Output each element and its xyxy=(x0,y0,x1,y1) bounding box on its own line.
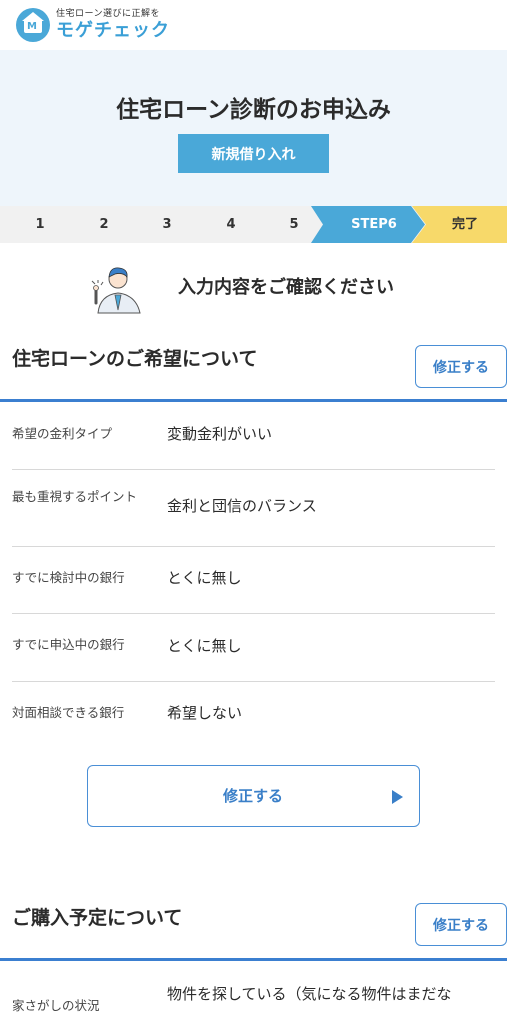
table-row: すでに検討中の銀行 とくに無し xyxy=(12,547,495,614)
table-row: 家さがしの状況 物件を探している（気になる物件はまだな xyxy=(12,961,495,1024)
edit-button-label: 修正する xyxy=(222,787,283,805)
step-progress-bar: 1 2 3 4 5 STEP6 完了 xyxy=(0,206,507,243)
row-label: 希望の金利タイプ xyxy=(12,426,113,441)
row-value: 金利と団信のバランス xyxy=(167,497,317,515)
logo-tagline: 住宅ローン選びに正解を xyxy=(56,9,161,19)
row-label: 対面相談できる銀行 xyxy=(12,705,125,720)
table-row: すでに申込中の銀行 とくに無し xyxy=(12,614,495,682)
row-label: すでに申込中の銀行 xyxy=(12,637,125,652)
section-title-loan-preferences: 住宅ローンのご希望について xyxy=(12,348,258,370)
loan-type-badge: 新規借り入れ xyxy=(178,134,329,173)
row-label: 最も重視するポイント xyxy=(12,489,138,504)
logo[interactable]: M 住宅ローン選びに正解を モゲチェック xyxy=(16,8,170,42)
row-label: すでに検討中の銀行 xyxy=(12,570,125,585)
step-6-current: STEP6 xyxy=(351,217,397,232)
confirm-heading: 入力内容をご確認ください xyxy=(178,277,394,298)
edit-loan-preferences-large-button[interactable]: 修正する xyxy=(87,765,420,827)
edit-purchase-plan-button[interactable]: 修正する xyxy=(415,903,507,946)
confirm-intro: 入力内容をご確認ください xyxy=(0,243,507,323)
hero-banner: 住宅ローン診断のお申込み 新規借り入れ xyxy=(0,50,507,206)
step-complete: 完了 xyxy=(451,217,478,232)
row-label: 家さがしの状況 xyxy=(12,998,100,1013)
logo-letter: M xyxy=(27,21,37,32)
row-value: 物件を探している（気になる物件はまだな xyxy=(167,985,452,1003)
edit-loan-preferences-button[interactable]: 修正する xyxy=(415,345,507,388)
logo-brand-name: モゲチェック xyxy=(56,20,170,41)
step-1: 1 xyxy=(35,217,45,232)
section-title-purchase-plan: ご購入予定について xyxy=(12,907,183,929)
row-value: とくに無し xyxy=(167,637,242,655)
table-row: 最も重視するポイント 金利と団信のバランス xyxy=(12,470,495,547)
step-4: 4 xyxy=(226,217,236,232)
step-5: 5 xyxy=(289,217,299,232)
step-2: 2 xyxy=(99,217,109,232)
page-title: 住宅ローン診断のお申込み xyxy=(116,97,391,123)
table-row: 希望の金利タイプ 変動金利がいい xyxy=(12,402,495,470)
table-row: 対面相談できる銀行 希望しない xyxy=(12,682,495,746)
site-header: M 住宅ローン選びに正解を モゲチェック xyxy=(0,0,507,50)
row-value: 希望しない xyxy=(167,704,243,722)
step-3: 3 xyxy=(162,217,172,232)
play-arrow-icon xyxy=(392,790,403,804)
row-value: 変動金利がいい xyxy=(167,425,273,443)
logo-mark-icon: M xyxy=(16,8,50,42)
row-value: とくに無し xyxy=(167,569,242,587)
advisor-illustration-icon xyxy=(91,267,141,314)
